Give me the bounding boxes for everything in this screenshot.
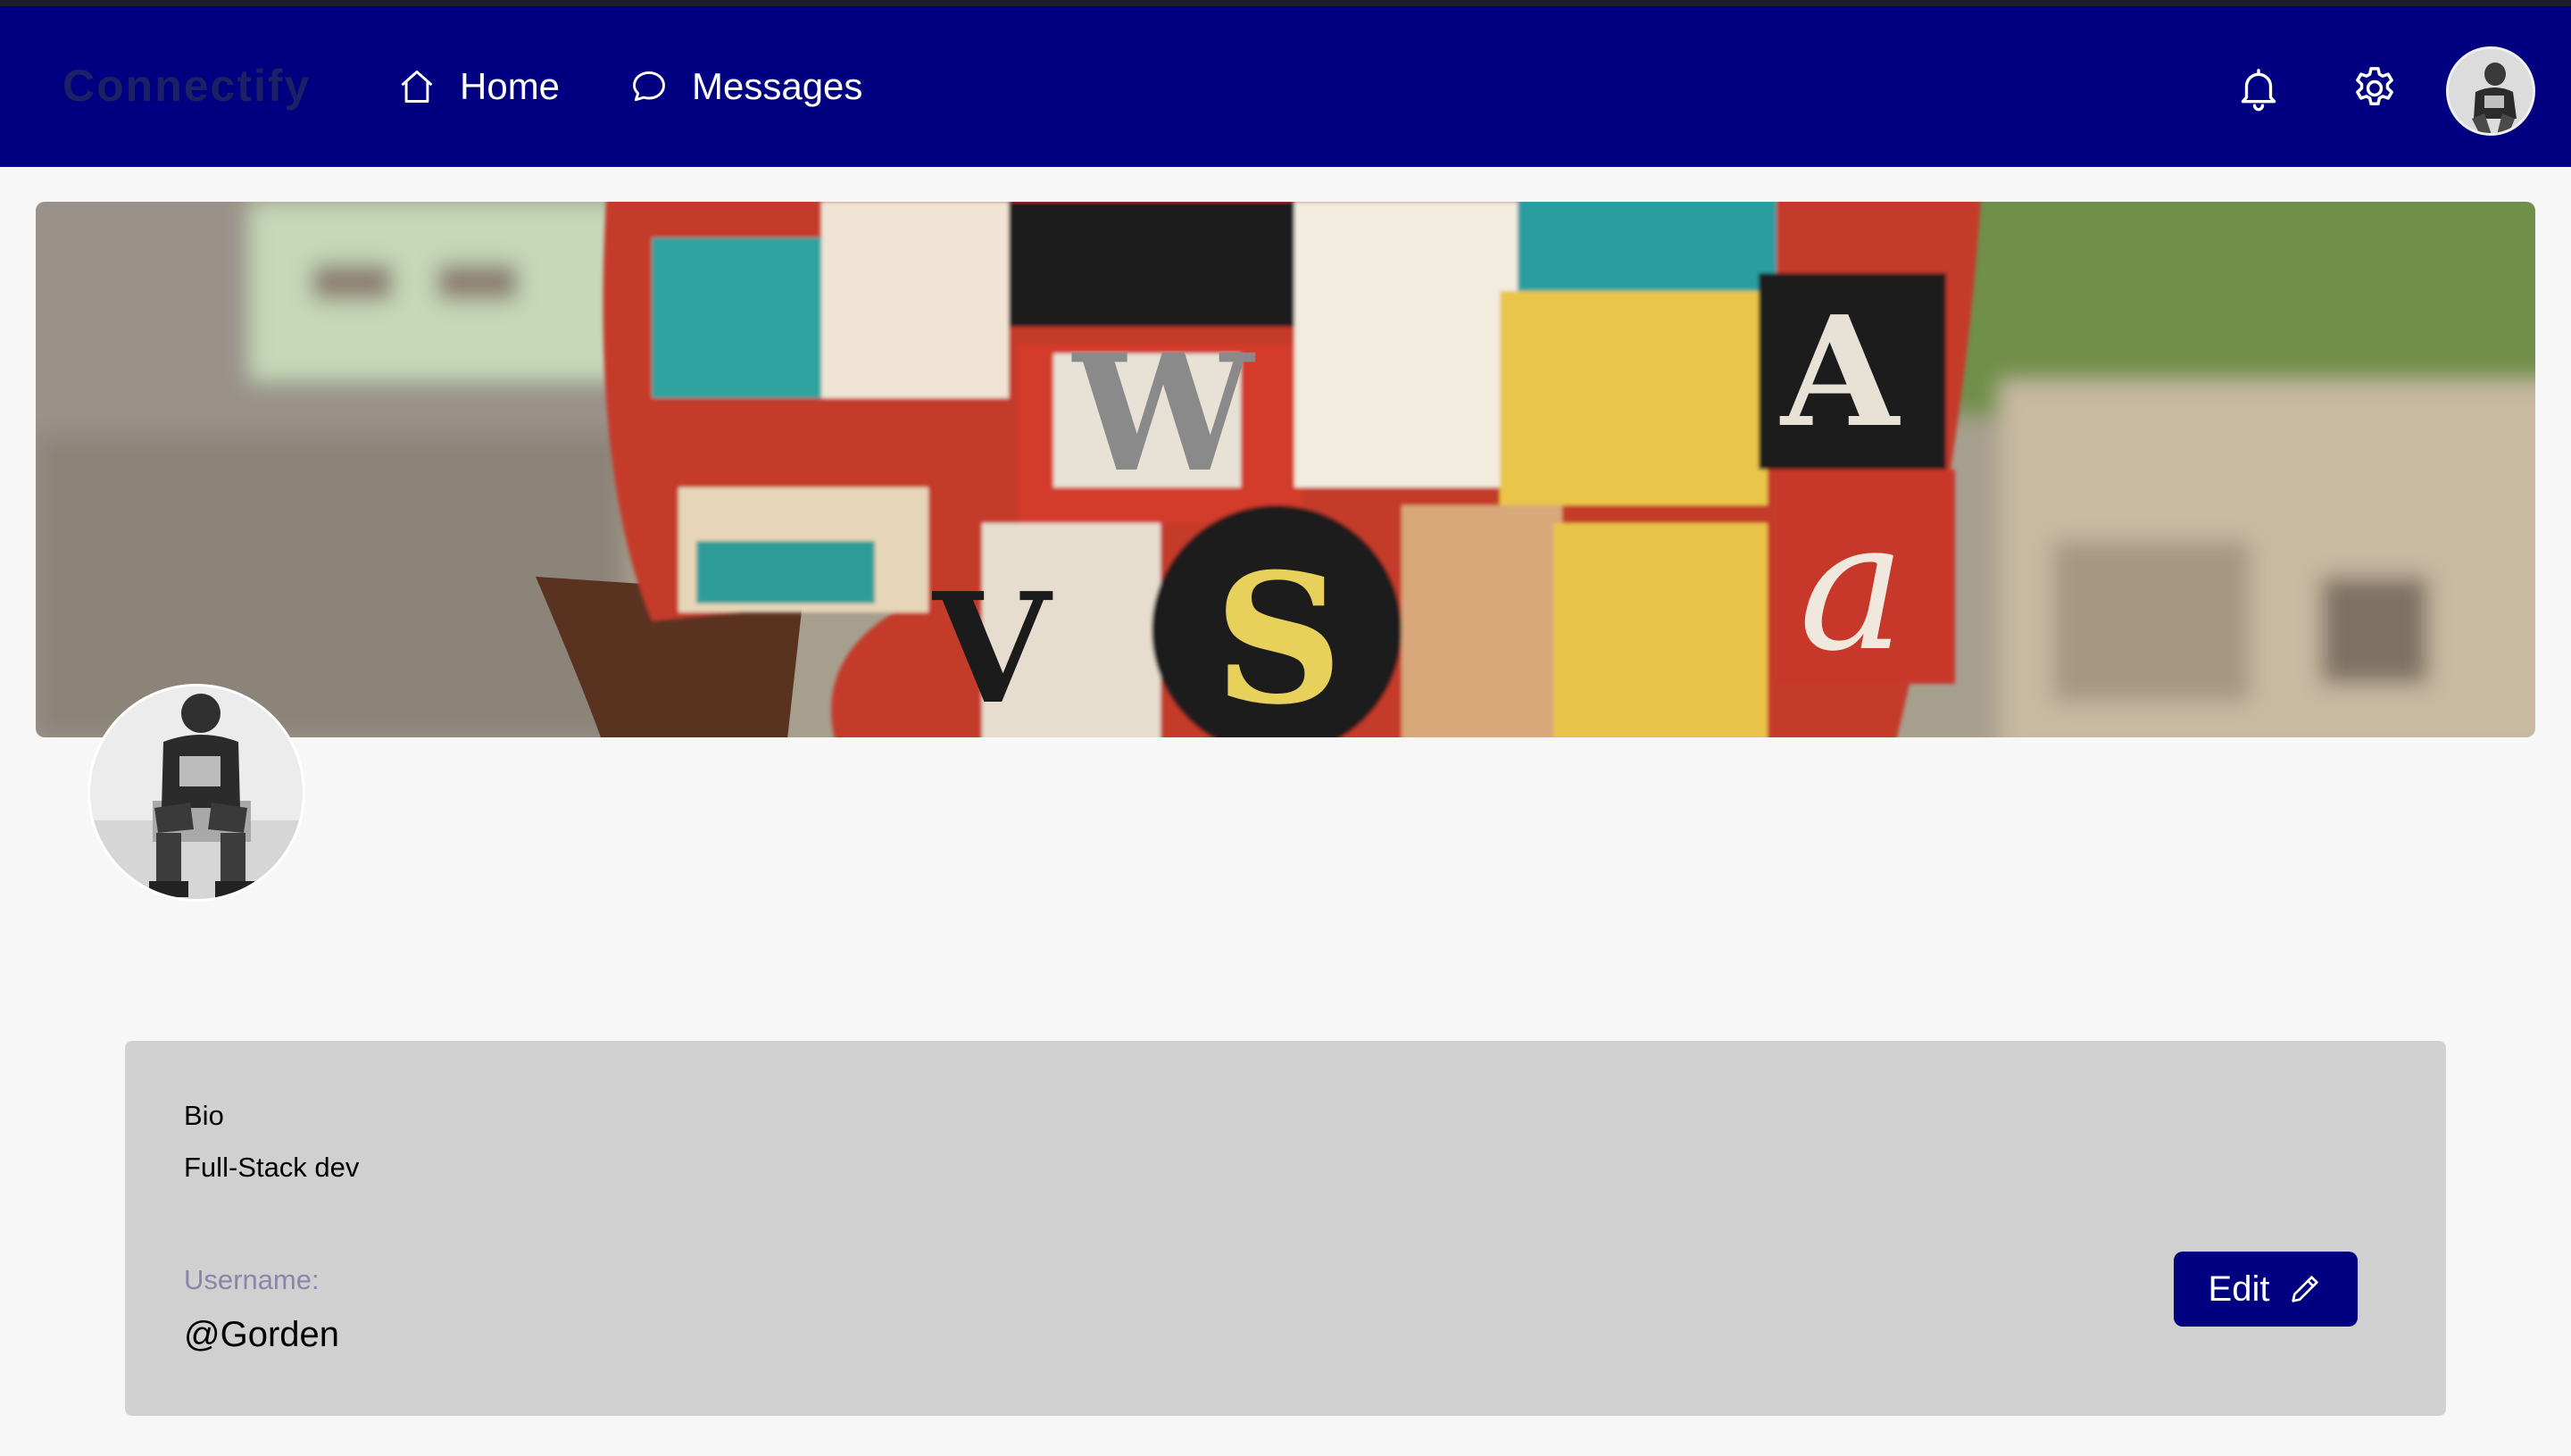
chat-bubble-icon [633, 71, 665, 102]
profile-photo [90, 686, 303, 899]
nav-home-link[interactable]: Home [397, 60, 560, 113]
user-avatar[interactable] [2446, 46, 2535, 136]
nav-messages-link[interactable]: Messages [629, 60, 862, 113]
svg-text:S: S [1214, 535, 1343, 737]
username-text: @Gorden [184, 1315, 340, 1354]
top-navbar: Connectify Home Messages [0, 6, 2571, 167]
brand-logo[interactable]: Connectify [62, 60, 311, 112]
svg-text:a: a [1799, 483, 1905, 691]
bio-label: Bio [184, 1100, 224, 1131]
nav-home-label: Home [460, 65, 561, 107]
home-icon [401, 71, 433, 103]
edit-button-label: Edit [2208, 1269, 2270, 1309]
bio-text: Full-Stack dev [184, 1152, 360, 1183]
username-label: Username: [184, 1264, 320, 1295]
gear-icon [2356, 67, 2393, 106]
edit-profile-button[interactable]: Edit [2174, 1252, 2358, 1327]
svg-text:W: W [1071, 320, 1256, 508]
pencil-icon [2292, 1276, 2319, 1302]
nav-messages-label: Messages [692, 65, 863, 107]
window-top-border [0, 0, 2571, 6]
svg-text:A: A [1779, 283, 1901, 462]
svg-text:V: V [932, 560, 1053, 737]
avatar-photo [2449, 49, 2533, 133]
profile-info-card: Bio Full-Stack dev Username: @Gorden Edi… [125, 1041, 2446, 1416]
settings-button[interactable] [2348, 62, 2401, 115]
bell-icon [2241, 69, 2276, 112]
notifications-button[interactable] [2232, 62, 2285, 115]
cover-photo: W V S A a [36, 202, 2535, 737]
profile-avatar[interactable] [87, 684, 305, 902]
cover-image: W V S A a [36, 202, 2535, 737]
